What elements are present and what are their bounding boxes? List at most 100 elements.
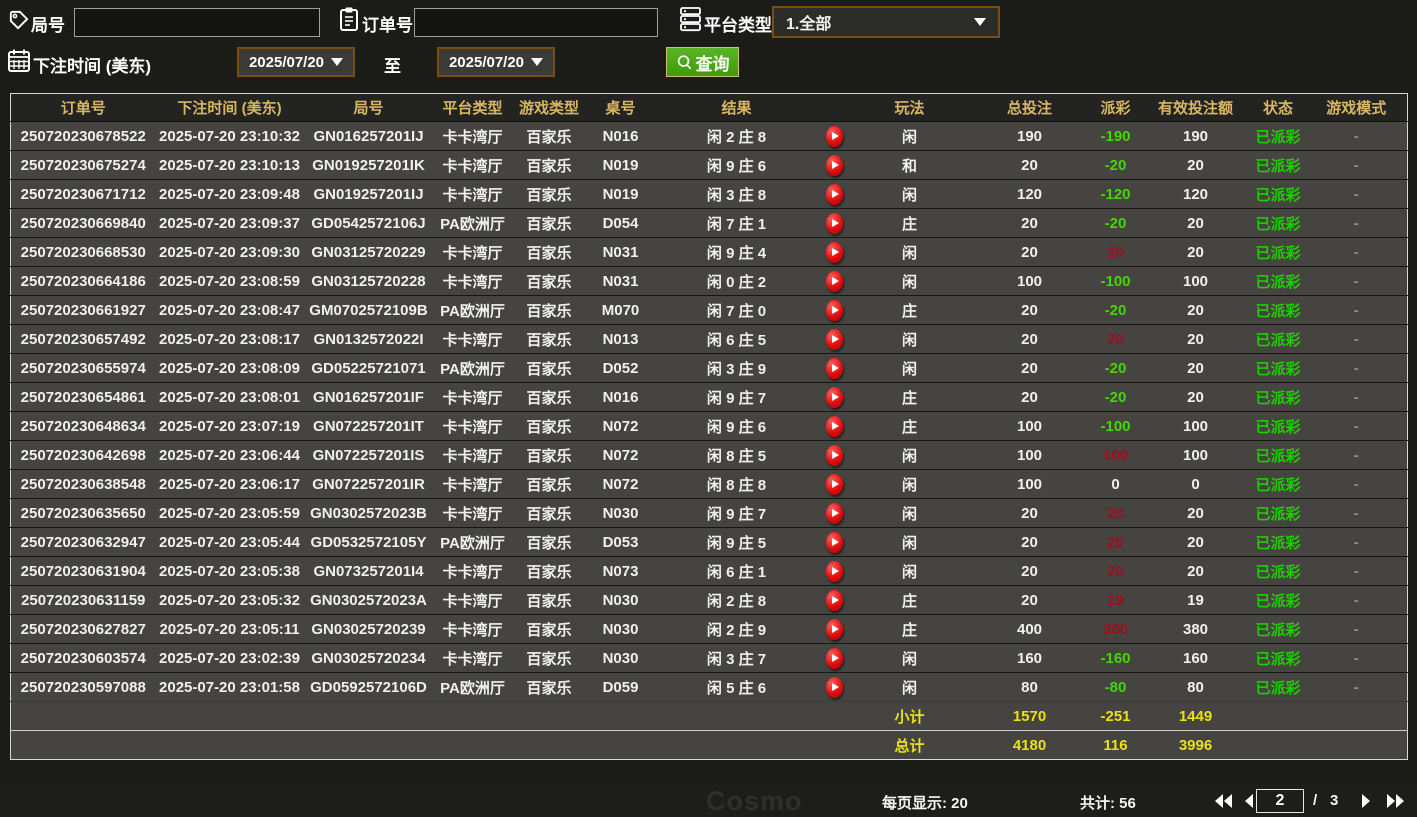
- filter-bar: 局号 订单号 平台类型 1.全部 下注时间 (美东) 2025/07/20 至 …: [0, 0, 1417, 93]
- cell-bet-option: 庄: [850, 614, 969, 644]
- replay-play-icon[interactable]: [826, 531, 843, 553]
- grandtotal-row-valid-bet: 3996: [1140, 730, 1251, 760]
- cell-order-no: 250720230627827: [10, 614, 156, 644]
- cell-game-mode: -: [1305, 353, 1408, 383]
- table-row: 250720230668530 2025-07-20 23:09:30 GN0312…: [10, 237, 1408, 267]
- cell-payout: -20: [1090, 353, 1141, 383]
- cell-result: 闲 9 庄 6: [654, 150, 819, 180]
- cell-valid-bet: 100: [1140, 266, 1251, 296]
- header-valid-bet: 有效投注额: [1140, 93, 1251, 122]
- replay-play-icon[interactable]: [826, 212, 843, 234]
- cell-bet-option: 庄: [850, 295, 969, 325]
- query-button[interactable]: 查询: [666, 47, 739, 77]
- cell-replay: [818, 266, 851, 296]
- replay-play-icon[interactable]: [826, 125, 843, 147]
- cell-replay: [818, 411, 851, 441]
- cell-status: 已派彩: [1250, 614, 1306, 644]
- cell-game-type: 百家乐: [511, 585, 587, 615]
- replay-play-icon[interactable]: [826, 241, 843, 263]
- cell-total-bet: 20: [968, 208, 1091, 238]
- cell-table-no: N030: [586, 643, 655, 673]
- cell-table-no: N031: [586, 266, 655, 296]
- page-number-input[interactable]: [1256, 789, 1304, 813]
- cell-platform-type: 卡卡湾厅: [433, 237, 512, 267]
- calendar-icon: [8, 49, 30, 72]
- cell-payout: -20: [1090, 295, 1141, 325]
- first-page-button[interactable]: [1213, 791, 1235, 811]
- page-separator: /: [1313, 792, 1318, 809]
- cell-bet-time: 2025-07-20 23:05:38: [155, 556, 304, 586]
- replay-play-icon[interactable]: [826, 618, 843, 640]
- replay-play-icon[interactable]: [826, 270, 843, 292]
- replay-play-icon[interactable]: [826, 676, 843, 698]
- cell-payout: 20: [1090, 324, 1141, 354]
- order-no-input[interactable]: [414, 8, 658, 37]
- cell-bet-time: 2025-07-20 23:09:37: [155, 208, 304, 238]
- cell-bet-option: 闲: [850, 353, 969, 383]
- replay-play-icon[interactable]: [826, 328, 843, 350]
- cell-payout: 100: [1090, 440, 1141, 470]
- cell-table-no: N030: [586, 498, 655, 528]
- replay-play-icon[interactable]: [826, 154, 843, 176]
- replay-play-icon[interactable]: [826, 560, 843, 582]
- cell-game-type: 百家乐: [511, 440, 587, 470]
- cell-total-bet: 20: [968, 382, 1091, 412]
- cell-round-no: GD0592572106D: [303, 672, 434, 702]
- cell-platform-type: 卡卡湾厅: [433, 266, 512, 296]
- cell-bet-option: 庄: [850, 382, 969, 412]
- cell-result: 闲 9 庄 7: [654, 382, 819, 412]
- replay-play-icon[interactable]: [826, 299, 843, 321]
- cell-valid-bet: 190: [1140, 121, 1251, 151]
- replay-play-icon[interactable]: [826, 589, 843, 611]
- date-from-select[interactable]: 2025/07/20: [237, 47, 355, 77]
- replay-play-icon[interactable]: [826, 386, 843, 408]
- replay-play-icon[interactable]: [826, 183, 843, 205]
- table-row: 250720230678522 2025-07-20 23:10:32 GN0162…: [10, 121, 1408, 151]
- cell-order-no: 250720230635650: [10, 498, 156, 528]
- cell-platform-type: 卡卡湾厅: [433, 121, 512, 151]
- cell-game-mode: -: [1305, 556, 1408, 586]
- replay-play-icon[interactable]: [826, 357, 843, 379]
- platform-type-icon: [680, 7, 701, 32]
- cell-bet-option: 庄: [850, 208, 969, 238]
- replay-play-icon[interactable]: [826, 444, 843, 466]
- clipboard-icon: [340, 7, 358, 31]
- replay-play-icon[interactable]: [826, 502, 843, 524]
- header-total-bet: 总投注: [968, 93, 1091, 122]
- replay-play-icon[interactable]: [826, 415, 843, 437]
- cell-result: 闲 6 庄 5: [654, 324, 819, 354]
- replay-play-icon[interactable]: [826, 647, 843, 669]
- platform-type-selected-value: 1.全部: [786, 16, 832, 33]
- cell-platform-type: 卡卡湾厅: [433, 324, 512, 354]
- cell-status: 已派彩: [1250, 295, 1306, 325]
- page-size-label: 每页显示: 20: [882, 795, 968, 812]
- date-range-to-label: 至: [384, 57, 401, 76]
- date-to-select[interactable]: 2025/07/20: [437, 47, 555, 77]
- last-page-button[interactable]: [1384, 791, 1406, 811]
- cell-game-mode: -: [1305, 469, 1408, 499]
- platform-type-select[interactable]: 1.全部: [772, 6, 1000, 38]
- cell-total-bet: 80: [968, 672, 1091, 702]
- round-no-input[interactable]: [74, 8, 320, 37]
- subtotal-row-payout: -251: [1090, 701, 1141, 731]
- cell-result: 闲 8 庄 5: [654, 440, 819, 470]
- table-row: 250720230631159 2025-07-20 23:05:32 GN0302…: [10, 585, 1408, 615]
- replay-play-icon[interactable]: [826, 473, 843, 495]
- cell-game-type: 百家乐: [511, 614, 587, 644]
- cell-result: 闲 3 庄 9: [654, 353, 819, 383]
- cell-platform-type: 卡卡湾厅: [433, 179, 512, 209]
- cell-replay: [818, 121, 851, 151]
- cell-valid-bet: 120: [1140, 179, 1251, 209]
- cell-platform-type: 卡卡湾厅: [433, 150, 512, 180]
- cell-table-no: D053: [586, 527, 655, 557]
- chevron-down-icon: [974, 18, 986, 26]
- cell-total-bet: 100: [968, 469, 1091, 499]
- next-page-button[interactable]: [1354, 791, 1376, 811]
- cell-game-mode: -: [1305, 237, 1408, 267]
- cell-game-type: 百家乐: [511, 295, 587, 325]
- cell-replay: [818, 353, 851, 383]
- cell-total-bet: 20: [968, 295, 1091, 325]
- cell-payout: -160: [1090, 643, 1141, 673]
- subtotal-row-total-bet: 1570: [968, 701, 1091, 731]
- cell-bet-time: 2025-07-20 23:09:48: [155, 179, 304, 209]
